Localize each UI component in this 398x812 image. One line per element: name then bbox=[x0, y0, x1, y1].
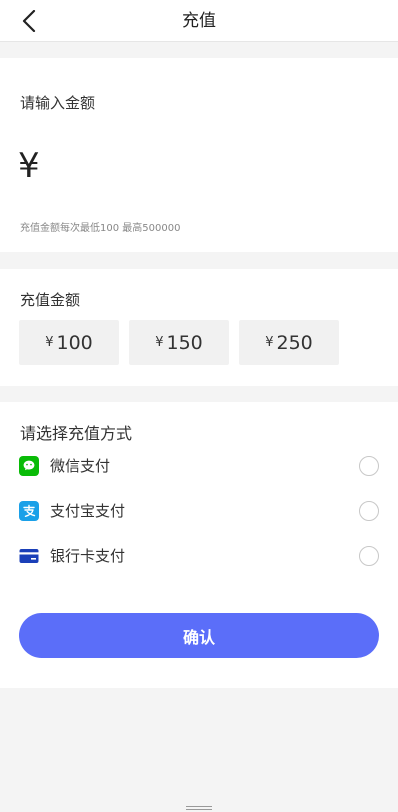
preset-amount-value: 150 bbox=[166, 331, 203, 354]
wechat-pay-icon bbox=[19, 456, 39, 476]
bank-card-icon bbox=[19, 546, 39, 566]
confirm-button[interactable]: 确认 bbox=[19, 613, 379, 658]
payment-option-label: 支付宝支付 bbox=[50, 502, 126, 520]
preset-amount-value: 250 bbox=[276, 331, 313, 354]
payment-section-title: 请选择充值方式 bbox=[20, 424, 133, 443]
payment-method-card: 请选择充值方式 微信支付 支付宝支付 银行卡支付 确认 bbox=[0, 402, 398, 688]
payment-option-wechat[interactable]: 微信支付 bbox=[0, 446, 398, 486]
page-title: 充值 bbox=[182, 11, 216, 31]
preset-amount-value: 100 bbox=[56, 331, 93, 354]
home-indicator bbox=[186, 806, 212, 810]
payment-option-alipay[interactable]: 支付宝支付 bbox=[0, 491, 398, 531]
currency-symbol: ¥ bbox=[18, 146, 40, 186]
radio-button[interactable] bbox=[359, 501, 379, 521]
payment-option-bank-card[interactable]: 银行卡支付 bbox=[0, 536, 398, 576]
payment-option-label: 银行卡支付 bbox=[50, 547, 126, 565]
preset-section-title: 充值金额 bbox=[20, 291, 81, 309]
preset-currency-symbol: ¥ bbox=[155, 335, 164, 350]
top-nav-bar: 充值 bbox=[0, 0, 398, 42]
amount-input[interactable] bbox=[47, 141, 380, 191]
preset-amount-card: 充值金额 ¥ 100 ¥ 150 ¥ 250 bbox=[0, 269, 398, 386]
radio-button[interactable] bbox=[359, 546, 379, 566]
alipay-icon bbox=[19, 501, 39, 521]
preset-amount-button[interactable]: ¥ 150 bbox=[129, 320, 229, 365]
radio-button[interactable] bbox=[359, 456, 379, 476]
preset-currency-symbol: ¥ bbox=[265, 335, 274, 350]
preset-amount-list: ¥ 100 ¥ 150 ¥ 250 bbox=[19, 320, 339, 365]
amount-section-title: 请输入金额 bbox=[20, 94, 96, 112]
amount-input-card: 请输入金额 ¥ 充值金额每次最低100 最高500000 bbox=[0, 58, 398, 252]
preset-currency-symbol: ¥ bbox=[45, 335, 54, 350]
amount-limit-hint: 充值金额每次最低100 最高500000 bbox=[20, 223, 181, 234]
payment-option-label: 微信支付 bbox=[50, 457, 111, 475]
amount-input-row: ¥ bbox=[18, 138, 380, 194]
preset-amount-button[interactable]: ¥ 100 bbox=[19, 320, 119, 365]
preset-amount-button[interactable]: ¥ 250 bbox=[239, 320, 339, 365]
